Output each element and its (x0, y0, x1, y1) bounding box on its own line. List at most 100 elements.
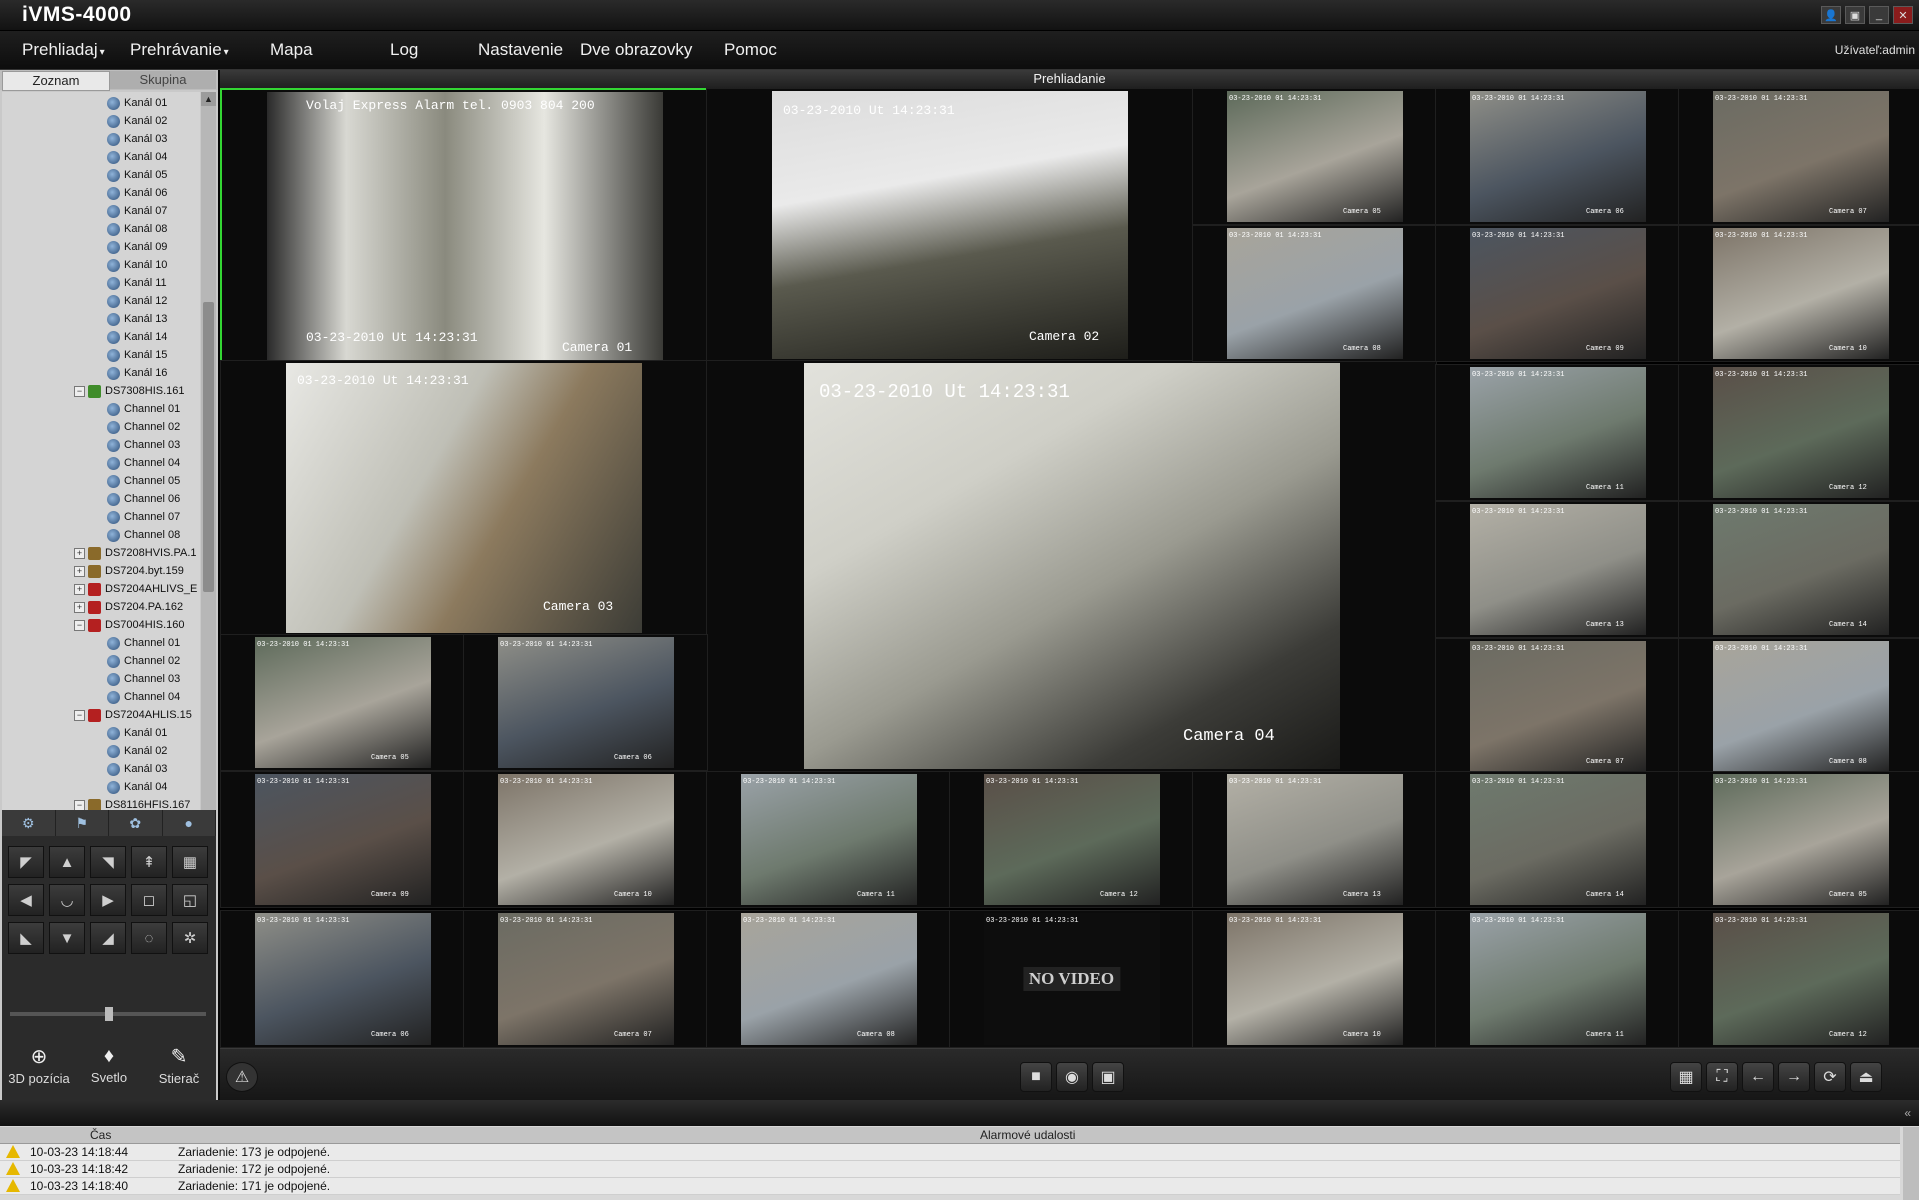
tree-channel[interactable]: Kanál 05 (107, 166, 167, 184)
collapse-icon[interactable]: « (1904, 1106, 1911, 1120)
tree-channel[interactable]: Channel 03 (107, 670, 180, 688)
tree-channel[interactable]: Kanál 16 (107, 364, 167, 382)
video-tile-small[interactable]: 03-23-2010 01 14:23:31 Camera 10 (463, 771, 708, 908)
tab-skupina[interactable]: Skupina (110, 71, 216, 89)
stop-all-button[interactable]: ■ (1020, 1062, 1052, 1092)
record-button[interactable]: ◉ (1056, 1062, 1088, 1092)
close-icon[interactable]: ✕ (1893, 6, 1913, 24)
scroll-up-icon[interactable]: ▲ (201, 92, 216, 106)
tree-expander[interactable]: − (74, 620, 85, 631)
tree-channel[interactable]: Kanál 15 (107, 346, 167, 364)
tree-expander[interactable]: + (74, 584, 85, 595)
tree-channel[interactable]: Kanál 07 (107, 202, 167, 220)
video-tile-camera-04[interactable]: 03-23-2010 Ut 14:23:31 Camera 04 (706, 360, 1437, 772)
video-tile-small[interactable]: 03-23-2010 01 14:23:31 Camera 07 (1435, 638, 1680, 775)
ptz-tab-cruise[interactable]: ✿ (109, 810, 163, 836)
video-tile-small[interactable]: 03-23-2010 01 14:23:31 Camera 05 (1678, 771, 1919, 908)
prev-page-button[interactable]: ← (1742, 1062, 1774, 1092)
tree-channel[interactable]: Channel 07 (107, 508, 180, 526)
slider-knob[interactable] (105, 1007, 113, 1021)
video-tile-small[interactable]: 03-23-2010 01 14:23:31 Camera 08 (706, 910, 951, 1048)
tree-channel[interactable]: Channel 06 (107, 490, 180, 508)
wiper-button[interactable]: ✎ Stierač (144, 1030, 214, 1100)
video-tile-small[interactable]: 03-23-2010 01 14:23:31 Camera 07 (1678, 88, 1919, 225)
video-tile-small[interactable]: 03-23-2010 01 14:23:31 Camera 11 (1435, 910, 1680, 1048)
tree-expander[interactable]: − (74, 710, 85, 721)
ptz-iris-close-button[interactable]: ✲ (172, 922, 208, 954)
tree-channel[interactable]: Channel 01 (107, 634, 180, 652)
fullscreen-button[interactable]: ⛶ (1706, 1062, 1738, 1092)
tree-channel[interactable]: Kanál 06 (107, 184, 167, 202)
tree-device[interactable]: DS7204AHLIS.15 (88, 706, 192, 724)
cycle-button[interactable]: ⟳ (1814, 1062, 1846, 1092)
menu-nastavenie[interactable]: Nastavenie (478, 40, 563, 60)
video-tile-small[interactable]: 03-23-2010 01 14:23:31 Camera 06 (463, 634, 708, 771)
tab-zoznam[interactable]: Zoznam (2, 71, 110, 91)
tree-channel[interactable]: Kanál 04 (107, 148, 167, 166)
ptz-down-right-button[interactable]: ◢ (90, 922, 126, 954)
video-tile-small[interactable]: 03-23-2010 01 14:23:31 Camera 09 (1435, 225, 1680, 362)
ptz-iris-button[interactable]: ◱ (172, 884, 208, 916)
menu-prehravanie[interactable]: Prehrávanie ▾ (130, 40, 229, 60)
menu-log[interactable]: Log (390, 40, 418, 60)
tree-channel[interactable]: Kanál 10 (107, 256, 167, 274)
layout-button[interactable]: ▦ (1670, 1062, 1702, 1092)
tree-channel[interactable]: Channel 04 (107, 454, 180, 472)
tree-device[interactable]: DS7208HVIS.PA.1 (88, 544, 197, 562)
video-tile-small[interactable]: 03-23-2010 01 14:23:31 Camera 09 (220, 771, 465, 908)
tree-device[interactable]: DS7204.PA.162 (88, 598, 183, 616)
tree-channel[interactable]: Kanál 03 (107, 130, 167, 148)
ptz-left-button[interactable]: ◀ (8, 884, 44, 916)
tree-channel[interactable]: Channel 03 (107, 436, 180, 454)
video-tile-small[interactable]: 03-23-2010 01 14:23:31 Camera 07 (463, 910, 708, 1048)
ptz-up-right-button[interactable]: ◥ (90, 846, 126, 878)
tree-vscrollbar[interactable]: ▲ ▼ (201, 92, 216, 862)
col-events[interactable]: Alarmové udalosti (980, 1128, 1075, 1142)
lock-icon[interactable]: ▣ (1845, 6, 1865, 24)
ptz-tab-preset[interactable]: ⚑ (56, 810, 109, 836)
tree-device[interactable]: DS7204AHLIVS_E (88, 580, 197, 598)
video-tile-small[interactable]: 03-23-2010 01 14:23:31 Camera 11 (706, 771, 951, 908)
tree-channel[interactable]: Kanál 14 (107, 328, 167, 346)
tree-channel[interactable]: Channel 02 (107, 418, 180, 436)
tree-expander[interactable]: − (74, 386, 85, 397)
video-tile-camera-02[interactable]: 03-23-2010 Ut 14:23:31 Camera 02 (706, 88, 1194, 362)
next-page-button[interactable]: → (1778, 1062, 1810, 1092)
ptz-up-left-button[interactable]: ◤ (8, 846, 44, 878)
ptz-focus-near-button[interactable]: ◌ (131, 922, 167, 954)
tree-channel[interactable]: Kanál 01 (107, 94, 167, 112)
menu-mapa[interactable]: Mapa (270, 40, 313, 60)
menu-prehliadaj[interactable]: Prehliadaj ▾ (22, 40, 105, 60)
tree-channel[interactable]: Kanál 08 (107, 220, 167, 238)
ptz-zoom-in-button[interactable]: ⇞ (131, 846, 167, 878)
tree-channel[interactable]: Kanál 03 (107, 760, 167, 778)
tree-channel[interactable]: Channel 08 (107, 526, 180, 544)
ptz-grid-button[interactable]: ▦ (172, 846, 208, 878)
tree-expander[interactable]: + (74, 602, 85, 613)
ptz-tab-track[interactable]: ● (163, 810, 216, 836)
video-tile-camera-01[interactable]: Volaj Express Alarm tel. 0903 804 200 03-… (220, 88, 710, 364)
video-tile-small[interactable]: 03-23-2010 01 14:23:31 Camera 14 (1678, 501, 1919, 638)
scroll-thumb[interactable] (203, 302, 214, 592)
video-tile-small[interactable]: 03-23-2010 01 14:23:31 Camera 11 (1435, 364, 1680, 501)
video-tile-small[interactable]: 03-23-2010 01 14:23:31 Camera 14 (1435, 771, 1680, 908)
tree-channel[interactable]: Kanál 11 (107, 274, 167, 292)
user-icon[interactable]: 👤 (1821, 6, 1841, 24)
video-tile-camera-03[interactable]: 03-23-2010 Ut 14:23:31 Camera 03 (220, 360, 708, 636)
video-tile-small[interactable]: 03-23-2010 01 14:23:31 Camera 12 (1678, 910, 1919, 1048)
tree-channel[interactable]: Kanál 13 (107, 310, 167, 328)
tree-device[interactable]: DS7308HIS.161 (88, 382, 185, 400)
video-tile-small[interactable]: 03-23-2010 01 14:23:31 Camera 13 (1192, 771, 1437, 908)
menu-dve-obrazovky[interactable]: Dve obrazovky (580, 40, 692, 60)
alarm-row[interactable]: 10-03-23 14:18:44 Zariadenie: 173 je odpo… (0, 1144, 1900, 1161)
ptz-down-button[interactable]: ▼ (49, 922, 85, 954)
ptz-right-button[interactable]: ▶ (90, 884, 126, 916)
minimize-icon[interactable]: _ (1869, 6, 1889, 24)
alarm-scrollbar[interactable] (1903, 1127, 1919, 1200)
ptz-speed-slider[interactable] (10, 1007, 206, 1021)
video-tile-small[interactable]: 03-23-2010 01 14:23:31 Camera 10 (1192, 910, 1437, 1048)
video-tile-small[interactable]: 03-23-2010 01 14:23:31 Camera 05 (220, 634, 465, 771)
tree-channel[interactable]: Kanál 02 (107, 742, 167, 760)
tree-channel[interactable]: Channel 04 (107, 688, 180, 706)
light-button[interactable]: ♦ Svetlo (74, 1030, 144, 1100)
